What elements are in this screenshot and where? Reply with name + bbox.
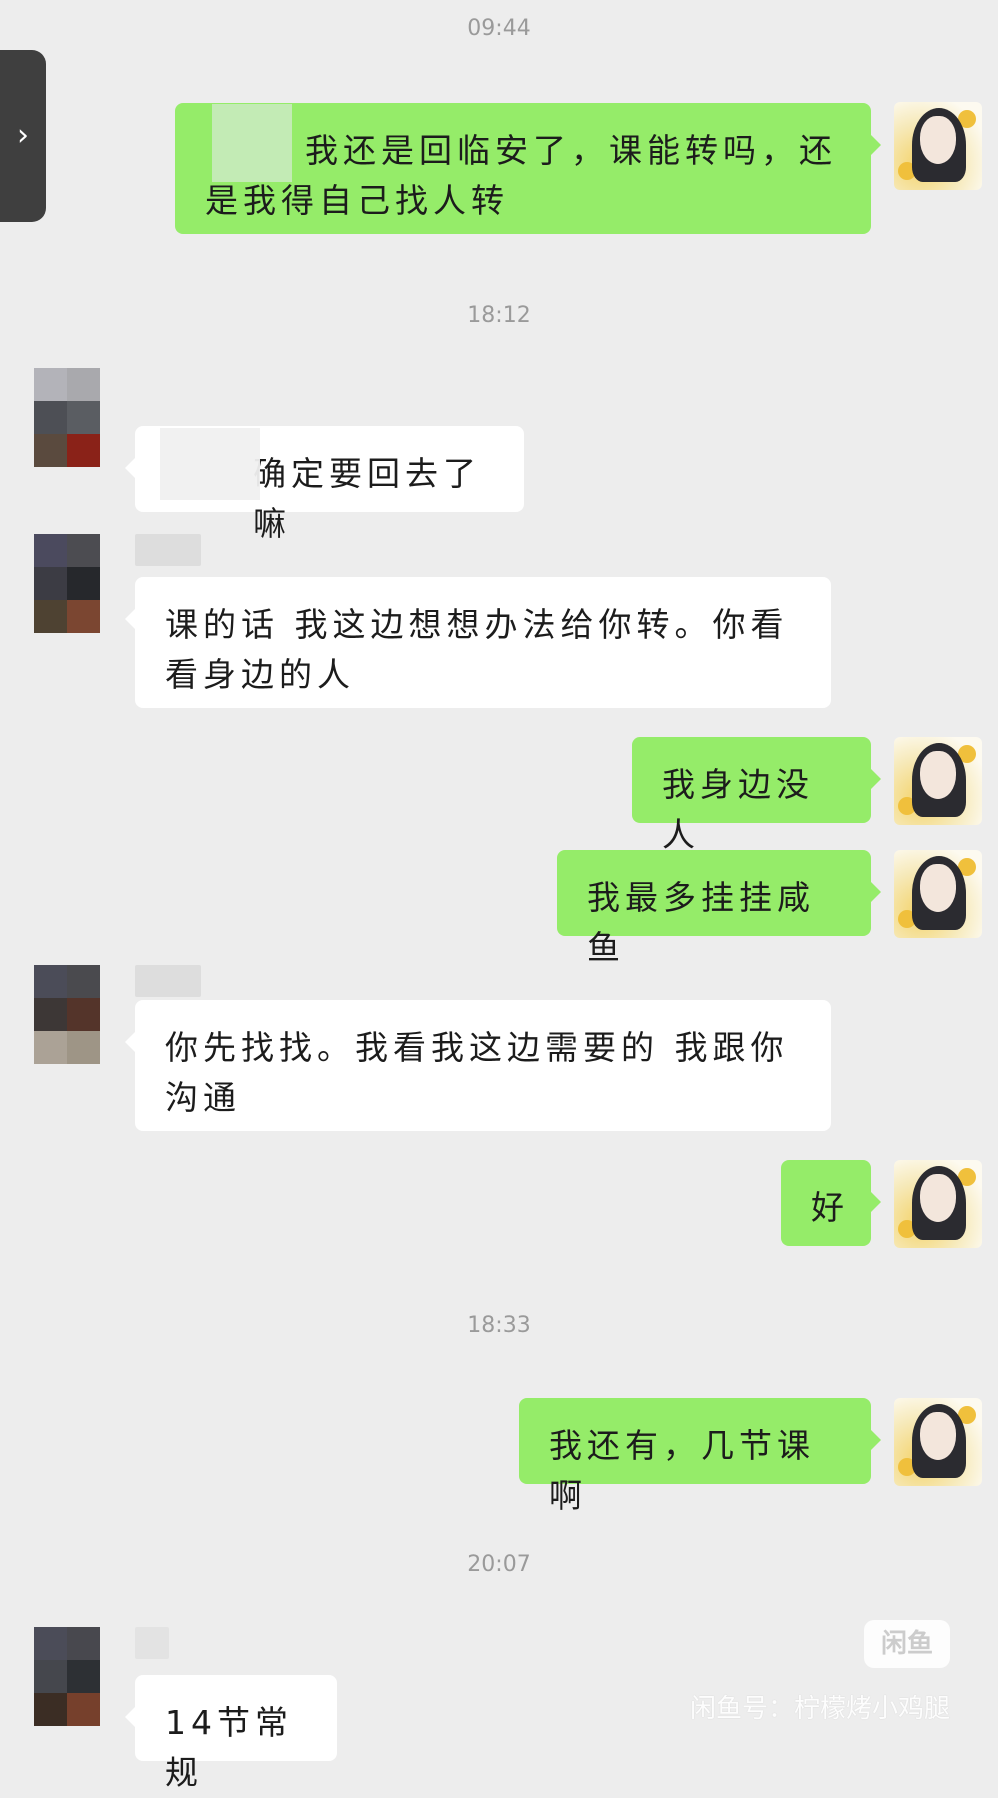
contact-avatar[interactable] — [34, 534, 100, 633]
my-message-bubble[interactable]: 我身边没人 — [632, 737, 881, 854]
timestamp: 18:33 — [467, 1313, 531, 1338]
message-text: 我还有，几节课啊 — [549, 1426, 815, 1515]
redacted-sender-name — [135, 534, 201, 566]
timestamp: 20:07 — [467, 1552, 531, 1577]
my-avatar[interactable] — [894, 850, 982, 938]
contact-avatar[interactable] — [34, 1627, 100, 1726]
message-text: 好 — [811, 1188, 849, 1227]
xianyu-logo-watermark: 闲鱼 — [864, 1620, 950, 1668]
watermark-text: 闲鱼号：柠檬烤小鸡腿 — [689, 1694, 950, 1724]
message-text: 确定要回去了嘛 — [253, 454, 481, 543]
message-text: 我最多挂挂咸鱼 — [587, 878, 815, 967]
my-avatar[interactable] — [894, 102, 982, 190]
my-message-bubble[interactable]: 好 — [781, 1160, 881, 1246]
message-text: 14节常规 — [165, 1703, 293, 1792]
chevron-right-icon: › — [17, 118, 29, 153]
my-avatar[interactable] — [894, 1398, 982, 1486]
my-message-bubble[interactable]: 我还有，几节课啊 — [519, 1398, 881, 1515]
message-text: 我还是回临安了，课能转吗，还是我得自己找人转 — [205, 131, 837, 220]
side-expand-tab[interactable]: › — [0, 50, 46, 222]
message-text: 我身边没人 — [662, 765, 814, 854]
message-text: 课的话 我这边想想办法给你转。你看看身边的人 — [165, 605, 789, 694]
message-text: 你先找找。我看我这边需要的 我跟你沟通 — [165, 1028, 789, 1117]
contact-message-bubble[interactable]: 你先找找。我看我这边需要的 我跟你沟通 — [125, 1000, 831, 1131]
contact-message-bubble[interactable]: 课的话 我这边想想办法给你转。你看看身边的人 — [125, 577, 831, 708]
redacted-area — [160, 428, 260, 500]
contact-avatar[interactable] — [34, 368, 100, 467]
my-avatar[interactable] — [894, 737, 982, 825]
my-avatar[interactable] — [894, 1160, 982, 1248]
redacted-area — [212, 104, 292, 182]
contact-avatar[interactable] — [34, 965, 100, 1064]
contact-message-bubble[interactable]: 14节常规 — [125, 1675, 337, 1792]
redacted-sender-name — [135, 965, 201, 997]
timestamp: 18:12 — [467, 303, 531, 328]
my-message-bubble[interactable]: 我最多挂挂咸鱼 — [557, 850, 881, 967]
redacted-sender-name — [135, 1627, 169, 1659]
timestamp: 09:44 — [467, 16, 531, 41]
